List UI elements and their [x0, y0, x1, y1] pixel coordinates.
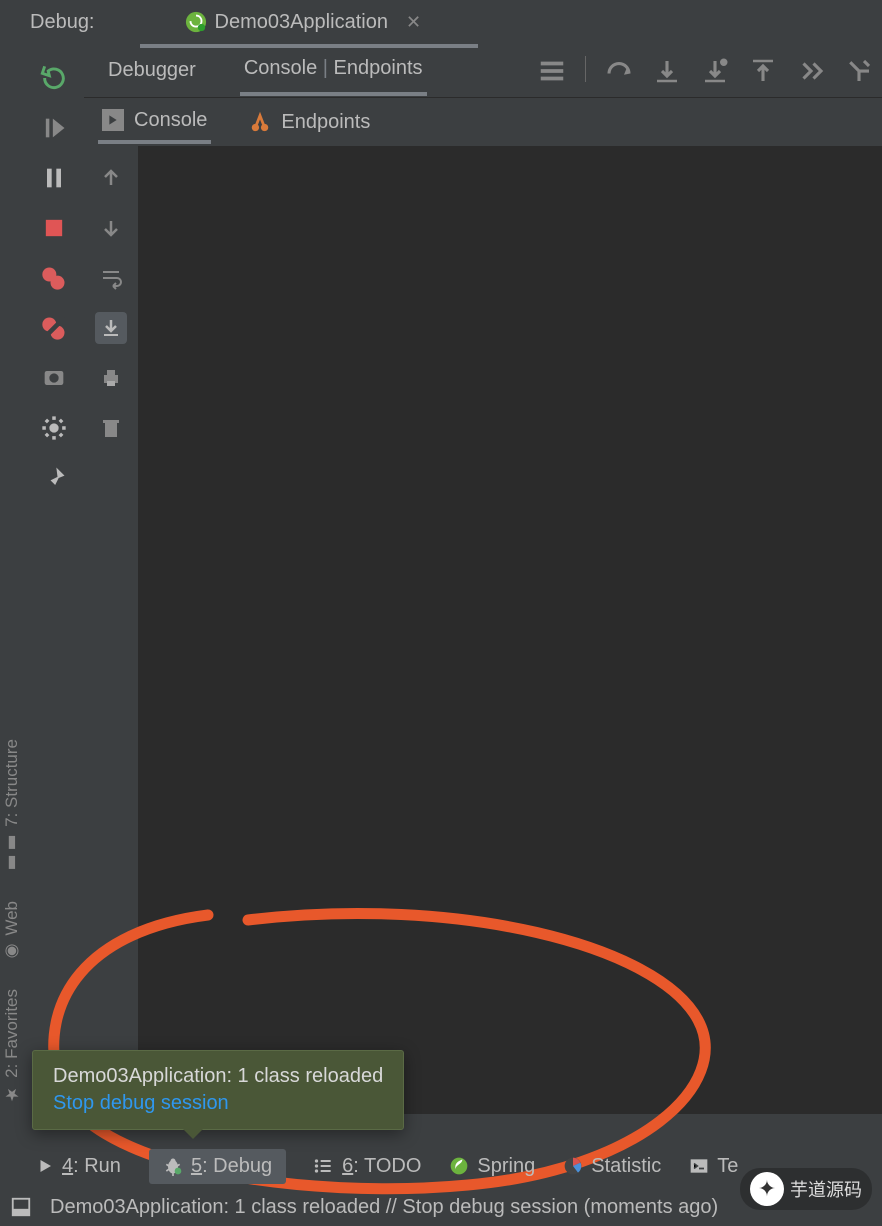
clear-all-icon[interactable] [95, 412, 127, 444]
endpoints-icon [249, 111, 271, 133]
subtab-console[interactable]: Console [98, 101, 211, 144]
spring-boot-icon [185, 11, 207, 33]
watermark: ✦ 芋道源码 [740, 1168, 872, 1210]
down-stack-icon[interactable] [95, 212, 127, 244]
console-play-icon [102, 109, 124, 131]
left-gutter: ★ 2: Favorites ◉ Web ▮▮ 7: Structure [0, 44, 24, 1114]
debug-panel: Debugger Console | Endpoints Console [84, 44, 882, 1114]
force-step-into-icon[interactable] [700, 56, 730, 86]
console-row [84, 146, 882, 1114]
debug-label: Debug: [30, 11, 95, 34]
sidebar-item-favorites[interactable]: ★ 2: Favorites [2, 989, 22, 1104]
bottom-tab-debug[interactable]: 5: Debug [149, 1149, 286, 1184]
scroll-to-end-icon[interactable] [95, 312, 127, 344]
bottom-tab-statistic[interactable]: Statistic [563, 1155, 661, 1178]
soft-wrap-icon[interactable] [95, 262, 127, 294]
sidebar-item-web[interactable]: ◉ Web [2, 901, 22, 962]
bottom-tab-todo[interactable]: 6: TODO [314, 1155, 421, 1178]
thread-dump-icon[interactable] [40, 364, 68, 392]
tab-debugger[interactable]: Debugger [104, 47, 200, 94]
bottom-tab-spring[interactable]: Spring [449, 1155, 535, 1178]
panel-actions [537, 56, 882, 86]
step-into-icon[interactable] [652, 56, 682, 86]
popup-tail [183, 1129, 203, 1139]
mute-breakpoints-icon[interactable] [40, 314, 68, 342]
sidebar-item-structure[interactable]: ▮▮ 7: Structure [2, 739, 22, 873]
subtab-endpoints[interactable]: Endpoints [245, 103, 374, 142]
statistic-icon [563, 1156, 583, 1176]
bottom-tab-run[interactable]: 44: Run: Run [36, 1155, 121, 1178]
run-config-tab[interactable]: Demo03Application ✕ [185, 11, 422, 34]
tab-console-endpoints[interactable]: Console | Endpoints [240, 45, 427, 96]
tab-underline [140, 44, 478, 48]
pause-icon[interactable] [40, 164, 68, 192]
notification-popup: Demo03Application: 1 class reloaded Stop… [32, 1050, 404, 1130]
stop-icon[interactable] [40, 214, 68, 242]
console-output[interactable] [138, 146, 882, 1114]
wechat-icon: ✦ [750, 1172, 784, 1206]
drop-frame-icon[interactable] [796, 56, 826, 86]
run-to-cursor-icon[interactable] [844, 56, 874, 86]
view-breakpoints-icon[interactable] [40, 264, 68, 292]
layout-icon[interactable] [537, 56, 567, 86]
terminal-icon [689, 1156, 709, 1176]
resume-icon[interactable] [40, 114, 68, 142]
sub-tabs: Console Endpoints [84, 98, 882, 146]
bug-icon [163, 1156, 183, 1176]
rerun-icon[interactable] [40, 64, 68, 92]
print-icon[interactable] [95, 362, 127, 394]
divider [585, 56, 586, 82]
close-icon[interactable]: ✕ [406, 12, 421, 33]
popup-title: Demo03Application: 1 class reloaded [53, 1065, 383, 1088]
list-icon [314, 1156, 334, 1176]
debug-toolbar [24, 44, 84, 1114]
status-text: Demo03Application: 1 class reloaded // S… [50, 1196, 718, 1219]
popup-stop-link[interactable]: Stop debug session [53, 1092, 383, 1115]
run-config-name: Demo03Application [215, 11, 388, 34]
bottom-tab-terminal[interactable]: Te [689, 1155, 738, 1178]
settings-icon[interactable] [40, 414, 68, 442]
debug-header: Debug: Demo03Application ✕ [0, 0, 882, 44]
spring-icon [449, 1156, 469, 1176]
panel-tabs: Debugger Console | Endpoints [84, 44, 882, 98]
step-over-icon[interactable] [604, 56, 634, 86]
play-icon [36, 1157, 54, 1175]
console-tools [84, 146, 138, 1114]
status-icon [10, 1196, 32, 1218]
main-row: ★ 2: Favorites ◉ Web ▮▮ 7: Structure Deb… [0, 44, 882, 1114]
step-out-icon[interactable] [748, 56, 778, 86]
up-stack-icon[interactable] [95, 162, 127, 194]
pin-icon[interactable] [40, 464, 68, 492]
